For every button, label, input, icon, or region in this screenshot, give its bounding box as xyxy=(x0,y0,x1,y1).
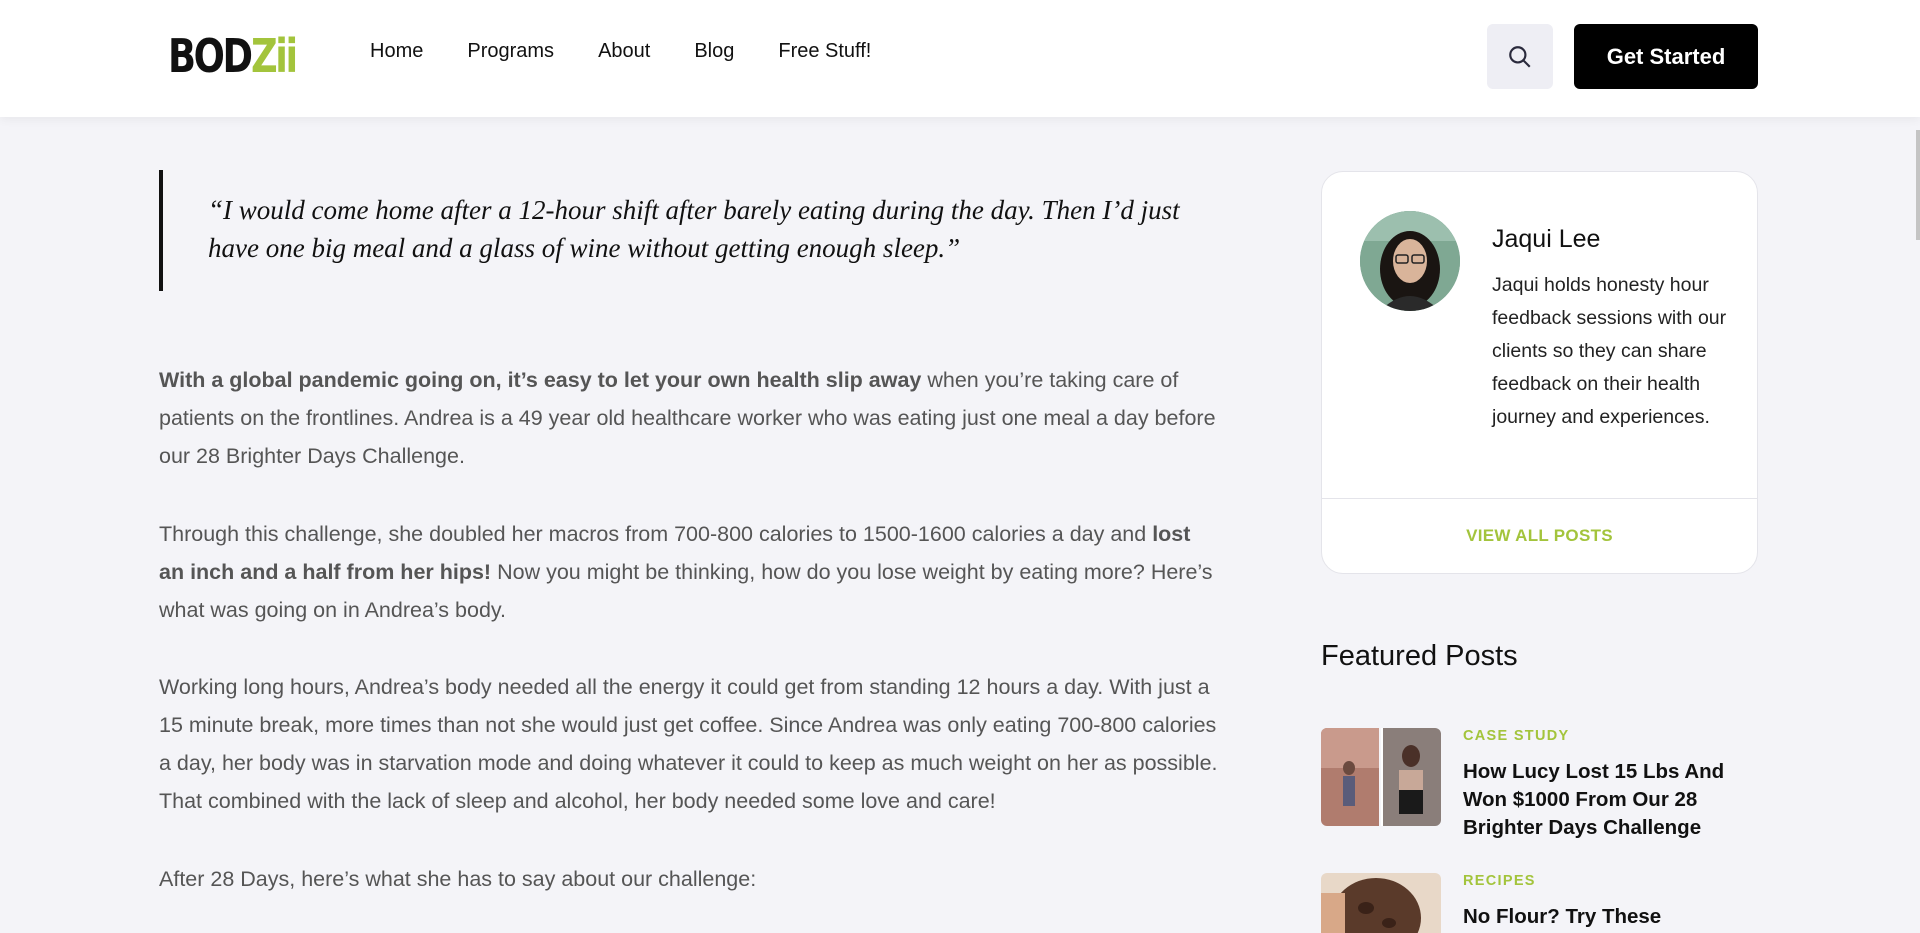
author-avatar xyxy=(1360,211,1460,311)
post-2-thumbnail[interactable] xyxy=(1321,873,1441,933)
article-paragraph-4: After 28 Days, here’s what she has to sa… xyxy=(159,867,757,891)
post-1-thumbnail[interactable] xyxy=(1321,728,1441,826)
main-nav: Home Programs About Blog Free Stuff! xyxy=(370,40,871,63)
nav-blog[interactable]: Blog xyxy=(694,40,734,63)
post-2-image xyxy=(1321,873,1441,933)
author-card: Jaqui Lee Jaqui holds honesty hour feedb… xyxy=(1321,171,1758,574)
get-started-button[interactable]: Get Started xyxy=(1574,24,1758,89)
paragraph-2-text-start: Through this challenge, she doubled her … xyxy=(159,522,1153,546)
search-button[interactable] xyxy=(1487,24,1553,89)
paragraph-1-bold: With a global pandemic going on, it’s ea… xyxy=(159,368,922,392)
post-1-image xyxy=(1321,728,1441,826)
featured-post-1[interactable]: CASE STUDY How Lucy Lost 15 Lbs And Won … xyxy=(1321,728,1758,839)
nav-about[interactable]: About xyxy=(598,40,650,63)
article-paragraph-2: Through this challenge, she doubled her … xyxy=(159,515,1219,629)
site-header: BOD Zii Home Programs About Blog Free St… xyxy=(0,0,1920,117)
featured-post-2[interactable]: RECIPES No Flour? Try These xyxy=(1321,873,1758,933)
nav-home[interactable]: Home xyxy=(370,40,423,63)
avatar-image xyxy=(1360,211,1460,311)
article-paragraph-1: With a global pandemic going on, it’s ea… xyxy=(159,361,1219,475)
article-paragraph-3: Working long hours, Andrea’s body needed… xyxy=(159,675,1218,813)
author-name: Jaqui Lee xyxy=(1492,225,1601,253)
featured-posts-title: Featured Posts xyxy=(1321,640,1518,672)
post-2-title[interactable]: No Flour? Try These xyxy=(1463,903,1733,931)
nav-programs[interactable]: Programs xyxy=(467,40,554,63)
logo-text-bod: BOD xyxy=(168,29,253,83)
view-all-posts-link[interactable]: VIEW ALL POSTS xyxy=(1322,498,1757,573)
post-1-category[interactable]: CASE STUDY xyxy=(1463,728,1569,744)
article-quote: “I would come home after a 12-hour shift… xyxy=(159,170,1219,291)
logo-text-zii: Zii xyxy=(251,29,298,83)
scrollbar-thumb[interactable] xyxy=(1916,130,1920,240)
author-bio: Jaqui holds honesty hour feedback sessio… xyxy=(1492,274,1727,428)
search-icon xyxy=(1509,45,1531,68)
post-1-title[interactable]: How Lucy Lost 15 Lbs And Won $1000 From … xyxy=(1463,758,1733,842)
post-2-category[interactable]: RECIPES xyxy=(1463,873,1536,889)
nav-free-stuff[interactable]: Free Stuff! xyxy=(778,40,871,63)
bodzii-logo[interactable]: BOD Zii xyxy=(168,26,298,86)
